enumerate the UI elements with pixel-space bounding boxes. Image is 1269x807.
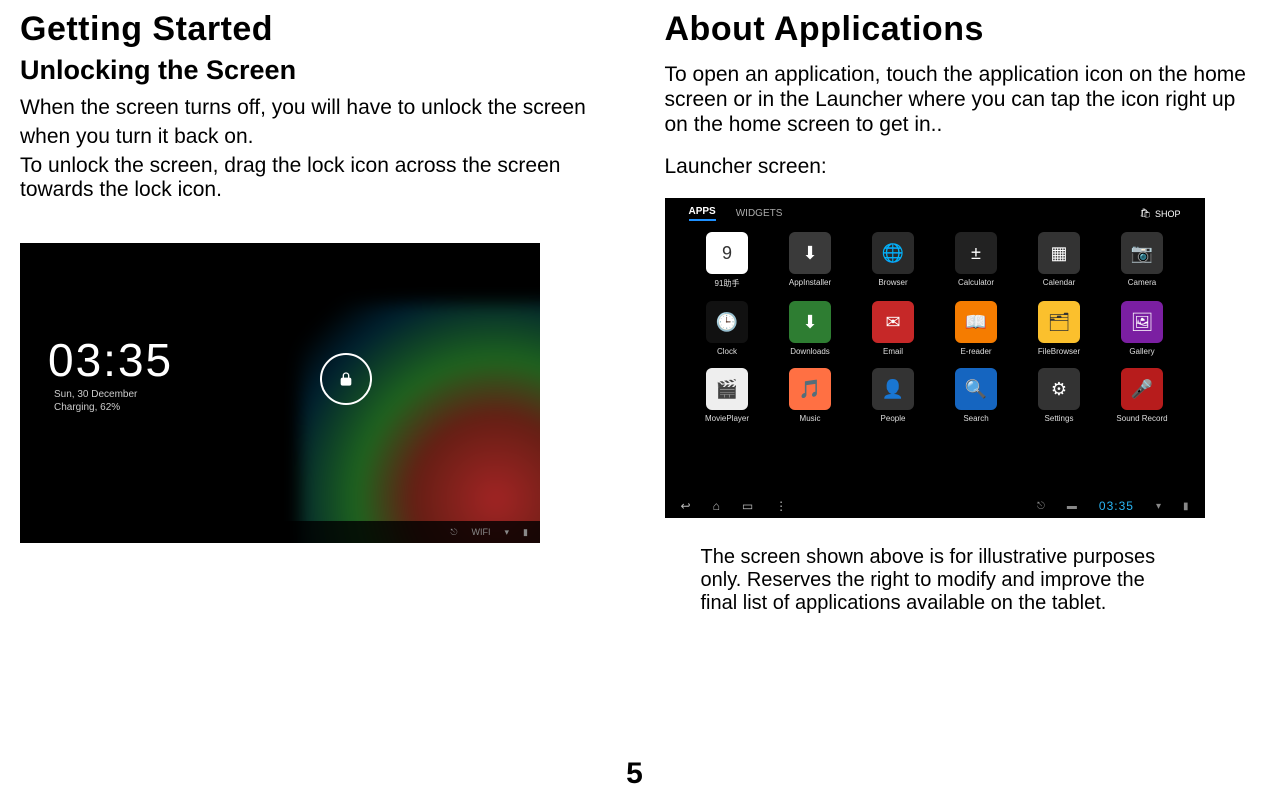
app-label: Calendar [1043,278,1075,287]
app-icon: ▦ [1038,232,1080,274]
menu-icon[interactable]: ⋮ [775,499,787,513]
app-label: E-reader [960,347,991,356]
paragraph: when you turn it back on. [20,125,605,150]
app-icon: 📷 [1121,232,1163,274]
app-calculator[interactable]: ± Calculator [940,232,1013,289]
app-icon: 9 [706,232,748,274]
app-sound-record[interactable]: 🎤 Sound Record [1106,368,1179,423]
background-glow [300,303,540,543]
recent-icon[interactable]: ▭ [742,499,753,513]
lockscreen-figure: 03:35 Sun, 30 December Charging, 62% ⎋ W… [20,243,540,543]
app-icon: 🖼 [1121,301,1163,343]
right-column: About Applications To open an applicatio… [665,10,1250,615]
system-bar: ⎋ WIFI ▾ ▮ [20,521,540,543]
app-music[interactable]: 🎵 Music [774,368,847,423]
wifi-icon: ▾ [1156,501,1161,512]
footnote: The screen shown above is for illustrati… [701,546,1181,615]
launcher-figure: APPS WIDGETS 🛍 SHOP 9 91助手 ⬇ AppInstaller 🌐 B… [665,198,1205,518]
app-grid: 9 91助手 ⬇ AppInstaller 🌐 Browser ± Calculator ▦ Ca… [691,232,1179,423]
app-icon: 🎤 [1121,368,1163,410]
lock-icon[interactable] [320,353,372,405]
wifi-label: WIFI [472,527,491,537]
app-e-reader[interactable]: 📖 E-reader [940,301,1013,356]
app-label: Browser [878,278,907,287]
home-icon[interactable]: ⌂ [713,499,720,513]
lockscreen-date: Sun, 30 December [54,389,173,400]
back-icon[interactable]: ↩ [681,499,691,513]
app-icon: 🔍 [955,368,997,410]
app-icon: ± [955,232,997,274]
app-browser[interactable]: 🌐 Browser [857,232,930,289]
app-icon: ✉ [872,301,914,343]
app-icon: ⬇ [789,232,831,274]
app-email[interactable]: ✉ Email [857,301,930,356]
app-label: Downloads [790,347,830,356]
paragraph: To open an application, touch the applic… [665,63,1250,137]
sd-icon: ▬ [1067,501,1077,512]
app-icon: 🎬 [706,368,748,410]
nav-bar: ↩ ⌂ ▭ ⋮ ⎋ ▬ 03:35 ▾ ▮ [665,494,1205,518]
nav-clock: 03:35 [1099,499,1134,513]
app-movieplayer[interactable]: 🎬 MoviePlayer [691,368,764,423]
app-downloads[interactable]: ⬇ Downloads [774,301,847,356]
app-91-[interactable]: 9 91助手 [691,232,764,289]
app-label: Clock [717,347,737,356]
app-label: Search [963,414,988,423]
app-calendar[interactable]: ▦ Calendar [1023,232,1096,289]
page-number: 5 [0,757,1269,791]
heading-unlocking: Unlocking the Screen [20,55,605,86]
paragraph: When the screen turns off, you will have… [20,96,605,121]
heading-getting-started: Getting Started [20,10,605,49]
app-icon: 🗂 [1038,301,1080,343]
app-label: 91助手 [715,278,740,289]
left-column: Getting Started Unlocking the Screen Whe… [20,10,605,615]
app-label: Camera [1128,278,1156,287]
app-label: Settings [1045,414,1074,423]
battery-icon: ▮ [1183,501,1189,512]
paragraph: Launcher screen: [665,155,1250,180]
app-camera[interactable]: 📷 Camera [1106,232,1179,289]
heading-about-apps: About Applications [665,10,1250,49]
app-icon: ⬇ [789,301,831,343]
lockscreen-charging: Charging, 62% [54,402,173,413]
launcher-topbar: APPS WIDGETS 🛍 SHOP [665,206,1205,221]
shop-label: SHOP [1155,209,1181,219]
app-icon: ⚙ [1038,368,1080,410]
app-icon: 🕒 [706,301,748,343]
usb-icon: ⎋ [1037,501,1045,512]
shop-icon: 🛍 [1140,208,1151,219]
app-people[interactable]: 👤 People [857,368,930,423]
app-label: Calculator [958,278,994,287]
lockscreen-time-block: 03:35 Sun, 30 December Charging, 62% [48,333,173,413]
app-label: People [881,414,906,423]
usb-icon: ⎋ [450,527,457,538]
app-label: AppInstaller [789,278,831,287]
app-label: Gallery [1129,347,1154,356]
wifi-icon: ▾ [505,527,510,538]
app-label: MoviePlayer [705,414,749,423]
app-icon: 🌐 [872,232,914,274]
tab-widgets[interactable]: WIDGETS [736,208,783,219]
app-search[interactable]: 🔍 Search [940,368,1013,423]
tab-apps[interactable]: APPS [689,206,716,221]
shop-link[interactable]: 🛍 SHOP [1140,208,1181,219]
app-label: Email [883,347,903,356]
app-appinstaller[interactable]: ⬇ AppInstaller [774,232,847,289]
battery-icon: ▮ [523,527,528,538]
app-label: Music [800,414,821,423]
app-label: FileBrowser [1038,347,1080,356]
app-filebrowser[interactable]: 🗂 FileBrowser [1023,301,1096,356]
app-clock[interactable]: 🕒 Clock [691,301,764,356]
app-icon: 🎵 [789,368,831,410]
app-icon: 📖 [955,301,997,343]
app-gallery[interactable]: 🖼 Gallery [1106,301,1179,356]
app-settings[interactable]: ⚙ Settings [1023,368,1096,423]
app-icon: 👤 [872,368,914,410]
app-label: Sound Record [1116,414,1167,423]
paragraph: To unlock the screen, drag the lock icon… [20,154,605,204]
lockscreen-clock: 03:35 [48,333,173,387]
